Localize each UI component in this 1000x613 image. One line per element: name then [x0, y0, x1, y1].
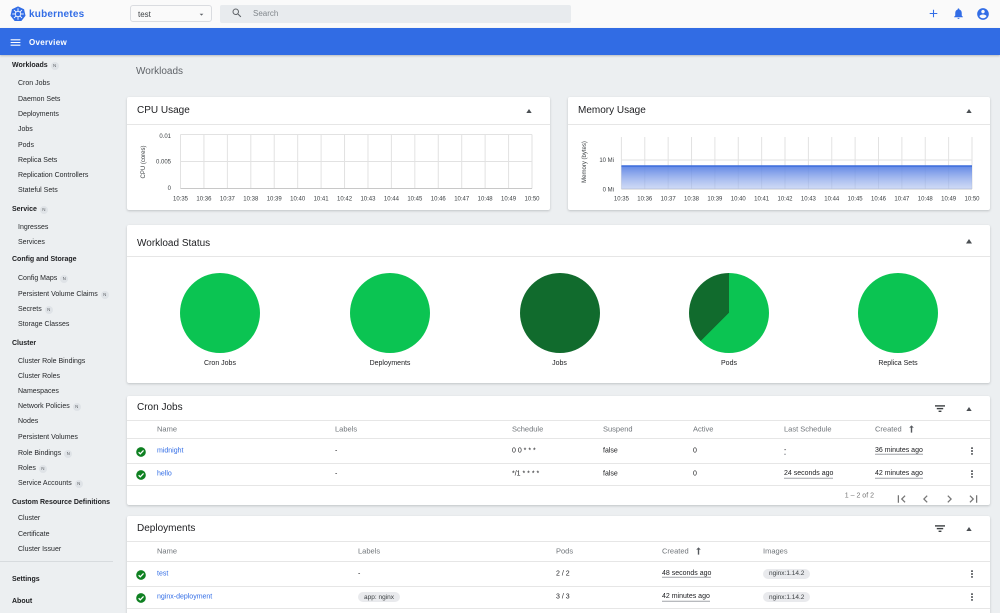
svg-text:10 Mi: 10 Mi [599, 158, 614, 164]
svg-text:10:50: 10:50 [524, 197, 540, 203]
svg-text:10:50: 10:50 [964, 197, 980, 203]
svg-text:10:41: 10:41 [314, 197, 330, 203]
svg-text:10:48: 10:48 [918, 197, 934, 203]
svg-text:10:35: 10:35 [614, 197, 630, 203]
svg-text:10:38: 10:38 [684, 197, 700, 203]
svg-text:10:39: 10:39 [267, 197, 283, 203]
svg-text:10:46: 10:46 [431, 197, 447, 203]
svg-text:10:43: 10:43 [801, 197, 817, 203]
svg-text:0.005: 0.005 [156, 160, 172, 166]
svg-text:10:41: 10:41 [754, 197, 770, 203]
svg-text:10:47: 10:47 [454, 197, 470, 203]
svg-text:0.01: 0.01 [159, 134, 171, 140]
svg-text:10:36: 10:36 [196, 197, 212, 203]
svg-text:10:36: 10:36 [637, 197, 653, 203]
svg-text:10:49: 10:49 [941, 197, 957, 203]
svg-text:0 Mi: 0 Mi [603, 188, 614, 194]
svg-text:10:42: 10:42 [337, 197, 353, 203]
svg-text:10:45: 10:45 [407, 197, 423, 203]
svg-text:CPU (cores): CPU (cores) [141, 145, 147, 178]
svg-text:10:42: 10:42 [778, 197, 794, 203]
svg-text:10:44: 10:44 [824, 197, 840, 203]
svg-text:10:45: 10:45 [848, 197, 864, 203]
svg-text:10:40: 10:40 [731, 197, 747, 203]
svg-text:0: 0 [168, 186, 172, 192]
svg-text:10:43: 10:43 [360, 197, 376, 203]
svg-text:10:35: 10:35 [173, 197, 189, 203]
svg-text:10:46: 10:46 [871, 197, 887, 203]
svg-text:10:40: 10:40 [290, 197, 306, 203]
svg-text:10:47: 10:47 [894, 197, 910, 203]
svg-text:10:37: 10:37 [220, 197, 236, 203]
svg-text:10:49: 10:49 [501, 197, 517, 203]
svg-text:Memory (bytes): Memory (bytes) [582, 141, 588, 183]
svg-text:10:44: 10:44 [384, 197, 400, 203]
svg-text:10:48: 10:48 [478, 197, 494, 203]
svg-text:10:38: 10:38 [243, 197, 259, 203]
svg-text:10:39: 10:39 [707, 197, 723, 203]
svg-text:10:37: 10:37 [661, 197, 677, 203]
